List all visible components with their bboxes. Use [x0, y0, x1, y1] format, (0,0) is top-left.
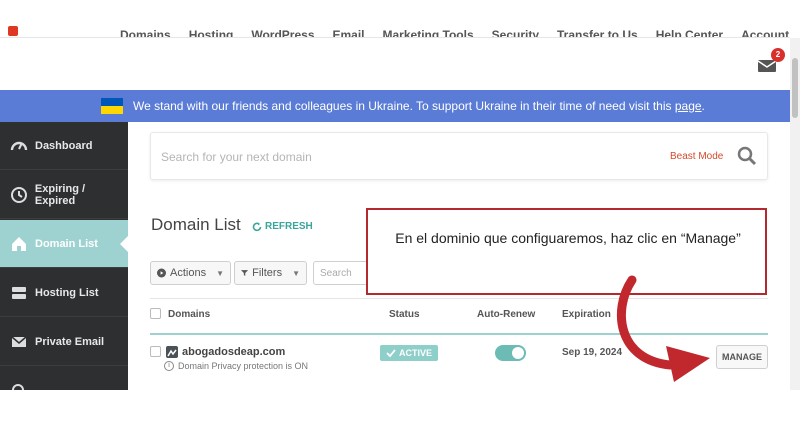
nav-item-email[interactable]: Email: [333, 28, 365, 37]
select-all-checkbox[interactable]: [150, 308, 161, 319]
row-checkbox[interactable]: [150, 346, 161, 357]
manage-button[interactable]: MANAGE: [716, 345, 768, 369]
privacy-note: i Domain Privacy protection is ON: [164, 361, 308, 371]
refresh-label: REFRESH: [265, 221, 313, 232]
auto-renew-toggle[interactable]: [495, 345, 526, 361]
filters-dropdown[interactable]: Filters ▼: [234, 261, 307, 285]
notification-badge: 2: [771, 48, 785, 62]
sidebar-item-expiring[interactable]: Expiring / Expired: [0, 171, 128, 219]
list-search-input[interactable]: [313, 261, 373, 285]
search-icon[interactable]: [737, 146, 757, 166]
banner-message: We stand with our friends and colleagues…: [133, 99, 675, 113]
top-navigation: Domains Hosting WordPress Email Marketin…: [0, 0, 790, 38]
domain-icon: [166, 346, 178, 358]
check-icon: [386, 349, 396, 358]
brand-logo[interactable]: [8, 26, 18, 36]
sidebar-item-private-email[interactable]: Private Email: [0, 318, 128, 366]
sidebar: Dashboard Expiring / Expired Domain List…: [0, 122, 128, 396]
refresh-button[interactable]: REFRESH: [252, 221, 313, 232]
nav-item-security[interactable]: Security: [492, 28, 539, 37]
nav-item-wordpress[interactable]: WordPress: [251, 28, 314, 37]
page-bottom: [0, 390, 800, 425]
privacy-note-text: Domain Privacy protection is ON: [178, 361, 309, 371]
ukraine-flag-icon: [101, 98, 123, 114]
filters-label: Filters: [252, 267, 283, 279]
nav-item-account[interactable]: Account: [741, 28, 789, 37]
clock-history-icon: [9, 186, 29, 204]
sidebar-item-dashboard[interactable]: Dashboard: [0, 122, 128, 170]
active-indicator: [120, 236, 128, 252]
sidebar-item-label: Private Email: [35, 335, 105, 348]
column-header-domains[interactable]: Domains: [168, 309, 210, 320]
ukraine-banner: We stand with our friends and colleagues…: [0, 90, 790, 122]
server-icon: [9, 284, 29, 302]
beast-mode-link[interactable]: Beast Mode: [670, 151, 723, 162]
scrollbar-thumb[interactable]: [792, 58, 798, 118]
domain-search-box: Beast Mode: [150, 132, 768, 180]
sidebar-item-label: Expiring / Expired: [34, 182, 86, 207]
chevron-down-icon: ▼: [216, 268, 224, 278]
domain-search-input[interactable]: [161, 147, 601, 167]
status-badge: ACTIVE: [380, 345, 439, 361]
sidebar-item-label: Dashboard: [35, 139, 93, 152]
nav-item-marketing[interactable]: Marketing Tools: [383, 28, 474, 37]
actions-dropdown[interactable]: Actions ▼: [150, 261, 231, 285]
banner-text: We stand with our friends and colleagues…: [133, 99, 705, 113]
envelope-icon: [9, 333, 29, 351]
filter-icon: [241, 270, 249, 276]
column-header-status[interactable]: Status: [389, 309, 420, 320]
home-icon: [9, 235, 29, 253]
nav-item-hosting[interactable]: Hosting: [189, 28, 234, 37]
info-icon: i: [164, 361, 174, 371]
callout-text: En el dominio que configuaremos, haz cli…: [395, 230, 741, 246]
nav-item-transfer[interactable]: Transfer to Us: [557, 28, 638, 37]
sidebar-item-domain-list[interactable]: Domain List: [0, 220, 128, 268]
sidebar-item-label: Hosting List: [35, 286, 99, 299]
nav-item-domains[interactable]: Domains: [120, 28, 171, 37]
page-title: Domain List: [151, 215, 241, 234]
toggle-knob: [512, 347, 524, 359]
banner-link[interactable]: page: [675, 99, 702, 113]
gauge-icon: [9, 137, 29, 155]
status-text: ACTIVE: [399, 348, 433, 358]
banner-suffix: .: [701, 99, 705, 113]
chevron-down-icon: ▼: [292, 268, 300, 278]
sidebar-item-label: Domain List: [35, 237, 98, 250]
play-circle-icon: [157, 268, 166, 278]
domain-name[interactable]: abogadosdeap.com: [182, 346, 285, 358]
column-header-auto-renew[interactable]: Auto-Renew: [477, 309, 535, 320]
curved-arrow-icon: [616, 275, 710, 382]
nav-item-help[interactable]: Help Center: [656, 28, 723, 37]
refresh-icon: [252, 222, 262, 231]
actions-label: Actions: [170, 267, 207, 279]
top-nav-items: Domains Hosting WordPress Email Marketin…: [120, 28, 789, 37]
sidebar-item-hosting-list[interactable]: Hosting List: [0, 269, 128, 317]
